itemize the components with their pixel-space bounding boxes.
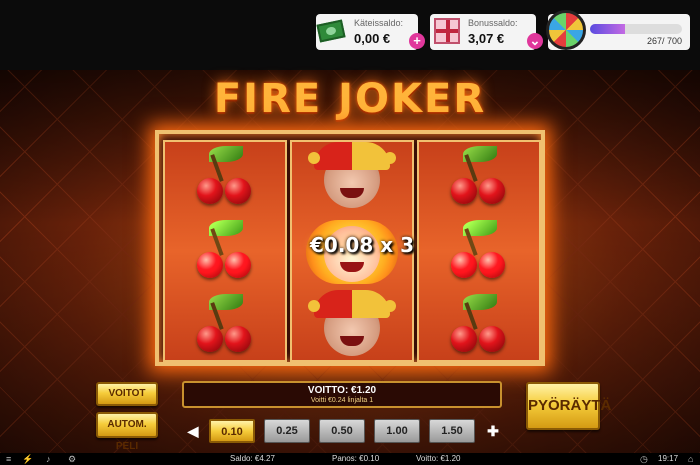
- bet-decrease-arrow-icon[interactable]: ◀: [186, 422, 200, 440]
- cherry-icon: [451, 326, 477, 352]
- status-bar: ≡ ⚡ ♪ ⚙ Saldo: €4.27 Panos: €0.10 Voitto…: [0, 453, 700, 465]
- cherry-icon: [197, 326, 223, 352]
- status-clock: 19:17: [658, 454, 679, 463]
- joker-hat-icon: [308, 290, 396, 318]
- joker-symbol: [292, 142, 412, 214]
- loyalty-progress-widget[interactable]: 267/ 700: [546, 10, 690, 50]
- bet-option-button[interactable]: 1.00: [374, 419, 420, 443]
- cherry-symbol: [419, 290, 539, 362]
- cherry-icon: [225, 252, 251, 278]
- sound-icon[interactable]: ♪: [46, 453, 51, 465]
- cherry-icon: [225, 178, 251, 204]
- line-win-multiplier: €0.08 x 3: [310, 233, 415, 257]
- cherry-symbol: [165, 290, 285, 362]
- spin-button[interactable]: PYÖRÄYTÄ: [526, 382, 611, 430]
- loyalty-progress-fill: [590, 24, 626, 34]
- bet-option-button[interactable]: 0.50: [319, 419, 365, 443]
- cherry-symbol: [419, 216, 539, 288]
- cherry-symbol: [165, 216, 285, 288]
- bonus-expand-button[interactable]: ⌄: [527, 33, 543, 49]
- cash-balance-widget[interactable]: Käteissaldo: 0,00 € +: [316, 14, 425, 50]
- top-bar: Käteissaldo: 0,00 € + Bonussaldo: 3,07 €…: [0, 0, 700, 70]
- cash-icon: [316, 19, 346, 43]
- reel-3: [417, 140, 541, 362]
- autoplay-button[interactable]: AUTOM. PELI: [96, 412, 158, 452]
- bet-option-button[interactable]: 0.10: [209, 419, 255, 443]
- cherry-icon: [479, 178, 505, 204]
- cherry-icon: [479, 326, 505, 352]
- home-icon[interactable]: ⌂: [688, 453, 693, 465]
- deposit-plus-button[interactable]: +: [409, 33, 425, 49]
- bet-option-button[interactable]: 0.25: [264, 419, 310, 443]
- prize-wheel-icon[interactable]: [546, 10, 586, 50]
- game-stage: FIRE JOKER €0.08 x 3 VOITOT AUTOM. PELI …: [0, 70, 700, 453]
- gift-icon: [434, 18, 460, 44]
- bonus-balance-label: Bonussaldo:: [468, 18, 518, 28]
- lightning-icon[interactable]: ⚡: [22, 453, 33, 465]
- loyalty-progress-bar: [590, 24, 682, 34]
- bet-option-button[interactable]: 1.50: [429, 419, 475, 443]
- joker-hat-icon: [308, 142, 396, 170]
- cherry-icon: [479, 252, 505, 278]
- cherry-icon: [451, 252, 477, 278]
- status-win: Voitto: €1.20: [416, 454, 461, 463]
- joker-symbol: [292, 290, 412, 362]
- win-total-text: VOITTO: €1.20: [307, 385, 377, 396]
- cash-balance-value: 0,00 €: [354, 31, 391, 46]
- bet-increase-plus-icon[interactable]: ✚: [486, 422, 500, 440]
- menu-icon[interactable]: ≡: [6, 453, 11, 465]
- loyalty-progress-text: 267/ 700: [646, 36, 682, 46]
- win-line-text: Voitti €0.24 linjalta 1: [310, 397, 374, 404]
- cherry-symbol: [165, 142, 285, 214]
- status-bet: Panos: €0.10: [332, 454, 380, 463]
- cherry-icon: [197, 178, 223, 204]
- cherry-icon: [451, 178, 477, 204]
- cash-balance-label: Käteissaldo:: [354, 18, 404, 28]
- clock-icon: ◷: [640, 454, 648, 464]
- paytable-button[interactable]: VOITOT: [96, 382, 158, 406]
- cherry-icon: [225, 326, 251, 352]
- settings-gear-icon[interactable]: ⚙: [68, 453, 76, 465]
- cherry-icon: [197, 252, 223, 278]
- bonus-balance-widget[interactable]: Bonussaldo: 3,07 € ⌄: [430, 14, 543, 50]
- game-title: FIRE JOKER: [213, 76, 487, 122]
- bonus-balance-value: 3,07 €: [468, 31, 505, 46]
- win-display-panel: VOITTO: €1.20 Voitti €0.24 linjalta 1: [182, 381, 502, 408]
- cherry-symbol: [419, 142, 539, 214]
- status-balance: Saldo: €4.27: [230, 454, 275, 463]
- reel-1: [163, 140, 287, 362]
